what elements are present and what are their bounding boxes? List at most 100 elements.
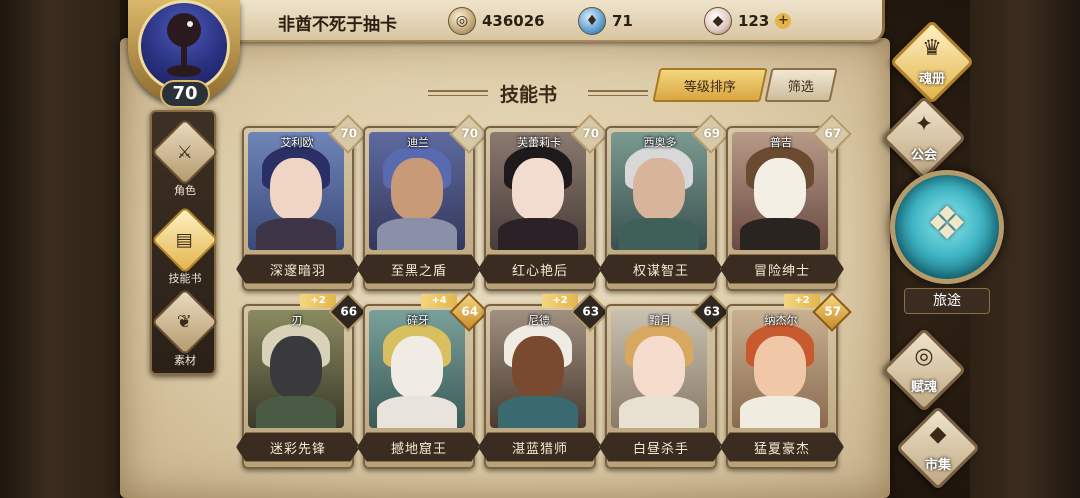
- avatar-head-shape: [167, 13, 201, 47]
- skillbook-card[interactable]: 纳杰尔 +2 57 猛夏豪杰: [720, 292, 852, 469]
- skillbook-card[interactable]: 迪兰 70 至黑之盾: [357, 114, 489, 291]
- card-name: 迷彩先锋: [269, 441, 326, 457]
- hero-portrait: 艾利欧: [248, 132, 344, 250]
- portrait-face: [754, 158, 806, 220]
- crystal-resource: ♦ 71: [578, 6, 633, 36]
- soul-endow-label: 赋魂: [910, 380, 937, 395]
- nav-item-material[interactable]: ❦ 素材: [151, 288, 219, 368]
- skillbook-card[interactable]: 尼德 +2 63 湛蓝猎师: [478, 292, 610, 469]
- portrait-body: [377, 218, 457, 250]
- hero-name: 艾利欧: [280, 136, 314, 149]
- portrait-face: [270, 336, 322, 398]
- card-name: 至黑之盾: [390, 263, 447, 279]
- hero-name: 尼德: [528, 314, 550, 327]
- soul-book-diamond: [889, 19, 975, 105]
- filter-button[interactable]: 筛选: [764, 68, 838, 102]
- player-name: 非酋不死于抽卡: [278, 15, 397, 35]
- guild-icon: ✦: [914, 112, 934, 137]
- title-ornament-right: [588, 90, 648, 96]
- hero-name: 迪兰: [407, 136, 429, 149]
- card-level: 70: [461, 126, 479, 141]
- journey-button[interactable]: ❖ 旅途: [886, 170, 1008, 320]
- card-name: 权谋智王: [632, 263, 689, 279]
- add-gem-button[interactable]: +: [775, 13, 792, 29]
- guild-diamond: [881, 95, 967, 181]
- helmet-icon: ⚔: [151, 118, 219, 186]
- skillbook-card[interactable]: 碎牙 +4 64 撼地窟王: [357, 292, 489, 469]
- gem-amount: 123: [738, 12, 770, 30]
- card-name: 撼地窟王: [390, 441, 447, 457]
- card-name-plate: 权谋智王: [599, 254, 723, 284]
- skillbook-card[interactable]: 芙蕾莉卡 70 红心艳后: [478, 114, 610, 291]
- skillbook-card[interactable]: 黯月 63 白昼杀手: [599, 292, 731, 469]
- soul-book-button[interactable]: ♛ 魂册: [889, 19, 975, 105]
- card-name-plate: 猛夏豪杰: [720, 432, 844, 462]
- hero-name: 西奥多: [643, 136, 677, 149]
- card-name-plate: 深邃暗羽: [236, 254, 360, 284]
- avatar-eye: [187, 21, 193, 27]
- card-name-plate: 撼地窟王: [357, 432, 481, 462]
- nav-item-skillbook[interactable]: ▤ 技能书: [151, 206, 219, 286]
- upgrade-plus-tag: +2: [542, 294, 578, 308]
- hero-portrait: 普吉: [732, 132, 828, 250]
- hero-name: 芙蕾莉卡: [517, 136, 561, 149]
- card-level: 63: [582, 304, 600, 319]
- hero-portrait: 迪兰: [369, 132, 465, 250]
- portrait-body: [498, 396, 578, 428]
- card-level: 57: [824, 304, 842, 319]
- card-level: 70: [582, 126, 600, 141]
- level-sort-button[interactable]: 等级排序: [652, 68, 768, 102]
- card-level: 66: [340, 304, 358, 319]
- card-name: 深邃暗羽: [269, 263, 326, 279]
- card-name-plate: 红心艳后: [478, 254, 602, 284]
- card-level: 70: [340, 126, 358, 141]
- soul-book-label: 魂册: [918, 72, 945, 87]
- skillbook-card[interactable]: 西奥多 69 权谋智王: [599, 114, 731, 291]
- skillbook-card[interactable]: 艾利欧 70 深邃暗羽: [236, 114, 368, 291]
- portrait-body: [377, 396, 457, 428]
- card-name: 湛蓝猎师: [511, 441, 568, 457]
- card-name-plate: 至黑之盾: [357, 254, 481, 284]
- card-name-plate: 迷彩先锋: [236, 432, 360, 462]
- portrait-body: [619, 218, 699, 250]
- portrait-face: [633, 158, 685, 220]
- left-tree-backdrop: [0, 0, 120, 498]
- guild-button[interactable]: ✦ 公会: [881, 95, 967, 181]
- upgrade-plus-tag: +2: [784, 294, 820, 308]
- hero-portrait: 芙蕾莉卡: [490, 132, 586, 250]
- skillbook-card[interactable]: 刃 +2 66 迷彩先锋: [236, 292, 368, 469]
- nav-item-character[interactable]: ⚔ 角色: [151, 118, 219, 198]
- wings-icon: ❦: [151, 288, 219, 356]
- portrait-face: [512, 336, 564, 398]
- skillbook-card[interactable]: 普吉 67 冒险绅士: [720, 114, 852, 291]
- section-title: 技能书: [500, 84, 558, 106]
- portrait-body: [740, 396, 820, 428]
- portrait-face: [754, 336, 806, 398]
- portrait-face: [391, 158, 443, 220]
- gold-resource: ◎ 436026: [448, 6, 545, 36]
- soul-endow-button[interactable]: ◎ 赋魂: [881, 327, 967, 413]
- gold-amount: 436026: [482, 12, 545, 30]
- gold-coin-icon: ◎: [448, 7, 476, 35]
- compass-icon: ❖: [926, 196, 968, 250]
- swirl-icon: ◎: [914, 344, 934, 369]
- hero-portrait: 刃: [248, 310, 344, 428]
- hero-name: 刃: [291, 314, 303, 327]
- card-level: 69: [703, 126, 721, 141]
- market-button[interactable]: ◆ 市集: [895, 405, 981, 491]
- gem-market-icon: ◆: [929, 422, 947, 447]
- title-ornament-left: [428, 90, 488, 96]
- hero-name: 碎牙: [407, 314, 429, 327]
- avatar-base-shape: [167, 65, 201, 77]
- left-category-nav: ⚔ 角色 ▤ 技能书 ❦ 素材: [150, 110, 219, 375]
- hero-portrait: 纳杰尔: [732, 310, 828, 428]
- player-avatar[interactable]: [138, 0, 230, 92]
- card-level: 67: [824, 126, 842, 141]
- portrait-body: [498, 218, 578, 250]
- card-name: 红心艳后: [511, 263, 568, 279]
- hero-name: 纳杰尔: [764, 314, 798, 327]
- hero-name: 黯月: [649, 314, 671, 327]
- book-icon: ▤: [151, 206, 219, 274]
- nav-label-skillbook: 技能书: [168, 272, 202, 285]
- guild-label: 公会: [910, 148, 937, 163]
